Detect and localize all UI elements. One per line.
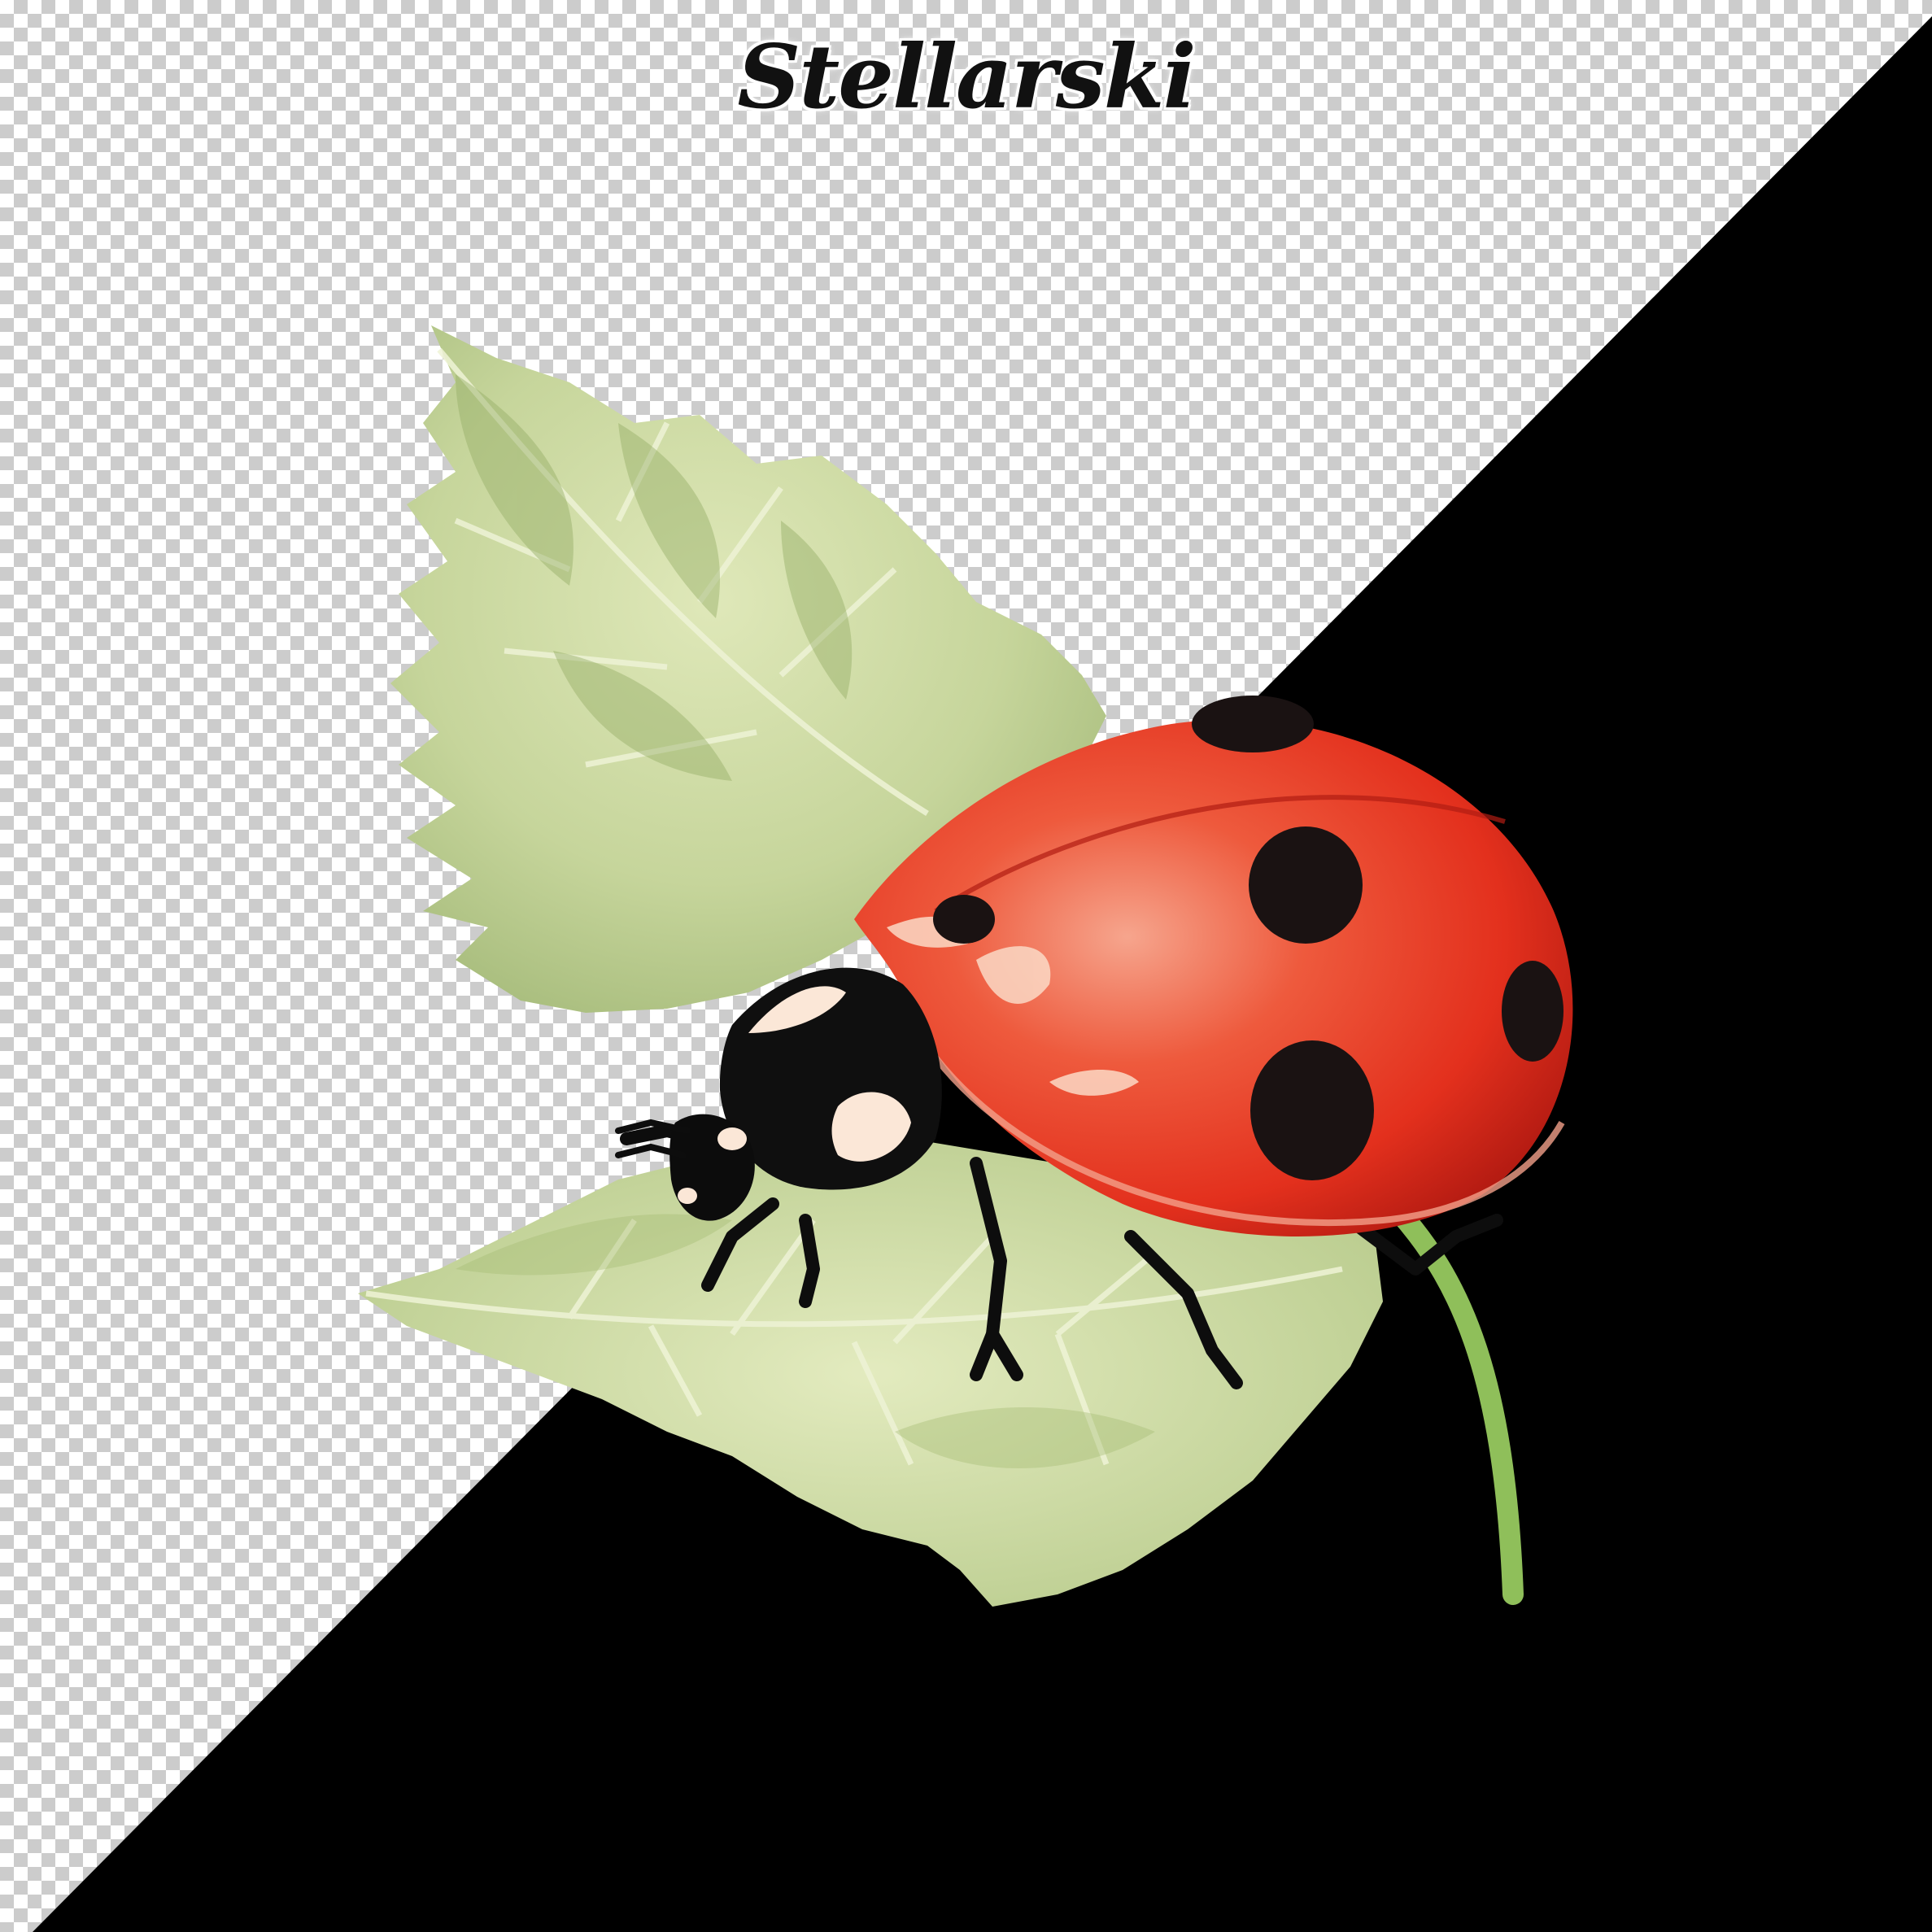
watermark-logo: Stellarski — [737, 26, 1196, 129]
ladybug-illustration — [33, 16, 1932, 1932]
canvas: Stellarski — [0, 0, 1932, 1932]
